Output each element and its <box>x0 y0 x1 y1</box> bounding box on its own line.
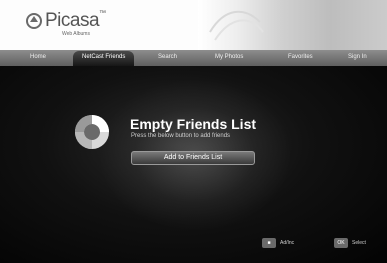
ok-key-icon: OK <box>334 238 348 248</box>
main-content: Empty Friends List Press the below butto… <box>0 66 387 263</box>
logo-name: Picasa <box>45 10 100 31</box>
empty-list-title: Empty Friends List <box>130 116 257 132</box>
tab-favorites[interactable]: Favorites <box>288 54 313 60</box>
logo-subtitle: Web Albums <box>62 31 90 37</box>
tab-sign-in[interactable]: Sign In <box>348 54 367 60</box>
adinc-key-icon: ■ <box>262 238 276 248</box>
tab-search[interactable]: Search <box>158 54 177 60</box>
legend-label: Ad/Inc <box>280 240 295 246</box>
picasa-logo-icon <box>26 13 42 29</box>
empty-list-subtitle: Press the below button to add friends <box>131 133 231 139</box>
tab-my-photos[interactable]: My Photos <box>215 54 243 60</box>
add-to-friends-button[interactable]: Add to Friends List <box>131 151 255 165</box>
header: Picasa™ Web Albums <box>0 0 387 50</box>
tab-netcast-friends[interactable]: NetCast Friends <box>73 51 135 66</box>
legend-label: Select <box>352 240 366 246</box>
swirl-decoration-icon <box>209 10 264 41</box>
picasa-icon <box>75 115 109 149</box>
logo-text: Picasa™ <box>45 10 106 32</box>
tab-home[interactable]: Home <box>30 54 46 60</box>
nav-bar: Home NetCast Friends Search My Photos Fa… <box>0 50 387 66</box>
logo-trademark: ™ <box>99 10 106 17</box>
